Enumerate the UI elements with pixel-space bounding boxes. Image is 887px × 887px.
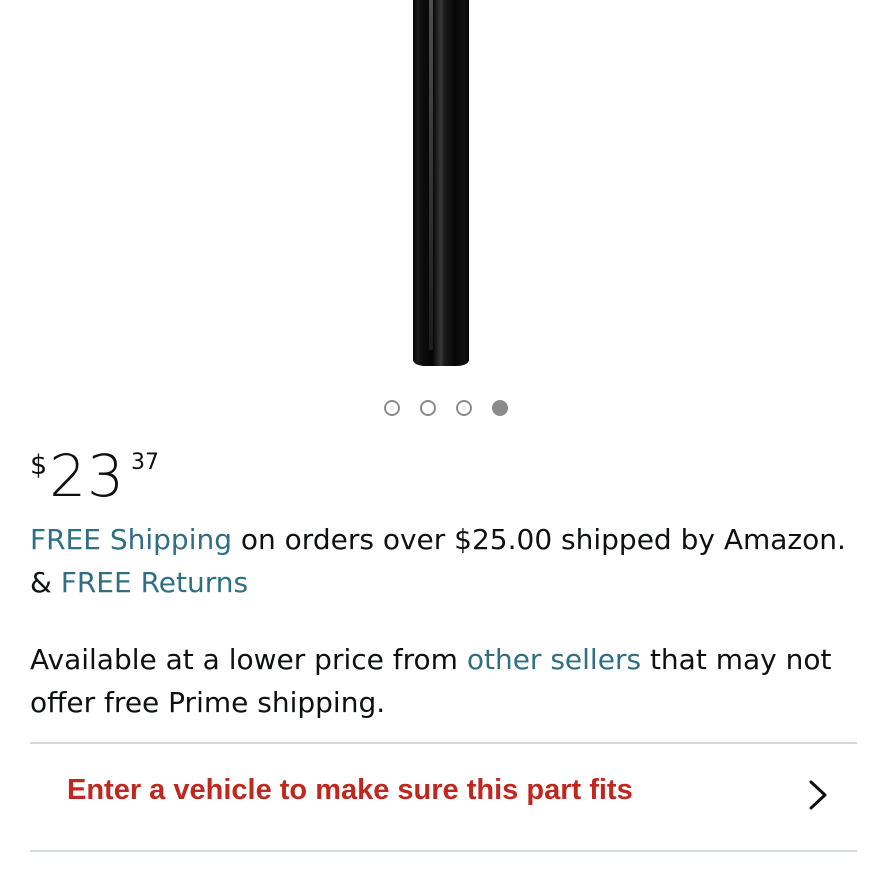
price-whole: 23 (49, 442, 125, 510)
free-returns-link[interactable]: FREE Returns (61, 566, 248, 599)
carousel-dot-1[interactable] (383, 400, 400, 416)
other-sellers-link[interactable]: other sellers (467, 643, 641, 676)
shipping-info: FREE Shipping on orders over $25.00 ship… (30, 518, 850, 604)
availability-text-before: Available at a lower price from (30, 643, 467, 676)
product-image[interactable] (0, 0, 887, 380)
enter-vehicle-label: Enter a vehicle to make sure this part f… (67, 774, 633, 806)
divider (30, 850, 857, 852)
carousel-dot-3[interactable] (455, 400, 472, 416)
carousel-dot-2[interactable] (419, 400, 436, 416)
chevron-right-icon (809, 780, 827, 810)
price-fraction: 37 (131, 450, 159, 475)
enter-vehicle-button[interactable]: Enter a vehicle to make sure this part f… (30, 744, 857, 850)
carousel-dot-4-active[interactable] (491, 400, 508, 416)
price: $ 23 37 (30, 444, 159, 508)
availability-info: Available at a lower price from other se… (30, 638, 850, 724)
pole-product-photo (413, 0, 469, 366)
price-currency: $ (30, 450, 48, 481)
image-carousel-dots (0, 400, 887, 422)
free-shipping-link[interactable]: FREE Shipping (30, 523, 232, 556)
pole-highlight (429, 0, 433, 350)
